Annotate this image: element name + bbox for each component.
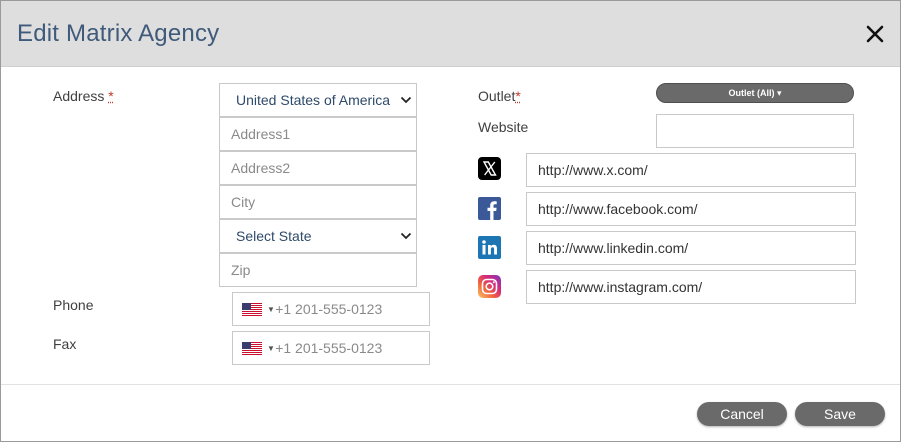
cancel-button[interactable]: Cancel [697,402,787,426]
phone-field[interactable]: ▼ [232,292,430,326]
address1-field[interactable] [219,117,417,151]
instagram-url-input[interactable] [527,271,855,303]
city-field[interactable] [219,185,417,219]
facebook-url-input[interactable] [527,193,855,225]
website-input[interactable] [657,115,853,147]
state-value: Select State [236,228,312,244]
instagram-icon [478,275,501,298]
fax-label: Fax [53,336,77,352]
footer-divider [1,384,900,385]
website-field[interactable] [656,114,854,148]
address-label: Address * [53,88,114,104]
required-marker: * [515,88,521,104]
instagram-url-field[interactable] [526,270,856,304]
save-button[interactable]: Save [795,402,885,426]
us-flag-icon [242,341,262,355]
edit-agency-dialog: Edit Matrix Agency Address * United Stat… [0,0,901,442]
country-code-picker[interactable]: ▼ [233,293,275,325]
zip-input[interactable] [220,254,416,286]
linkedin-url-field[interactable] [526,231,856,265]
city-input[interactable] [220,186,416,218]
close-icon[interactable] [863,22,887,46]
phone-label: Phone [53,297,94,313]
address1-input[interactable] [220,118,416,150]
x-url-field[interactable] [526,153,856,187]
address2-field[interactable] [219,151,417,185]
dialog-header: Edit Matrix Agency [1,1,900,67]
website-label: Website [478,119,529,135]
country-code-picker[interactable]: ▼ [233,332,275,364]
facebook-url-field[interactable] [526,192,856,226]
fax-input[interactable] [275,332,429,364]
x-icon [478,157,501,180]
country-select[interactable]: United States of America [219,83,417,117]
fax-field[interactable]: ▼ [232,331,430,365]
dialog-title: Edit Matrix Agency [17,20,220,47]
us-flag-icon [242,302,262,316]
x-url-input[interactable] [527,154,855,186]
linkedin-url-input[interactable] [527,232,855,264]
phone-input[interactable] [275,293,429,325]
state-select[interactable]: Select State [219,219,417,253]
chevron-down-icon [396,84,416,116]
caret-down-icon: ▼ [267,304,275,314]
outlet-label: Outlet* [478,88,521,104]
outlet-label-text: Outlet [478,88,516,104]
country-value: United States of America [236,92,391,108]
address2-input[interactable] [220,152,416,184]
address-label-text: Address [53,88,105,104]
linkedin-icon [478,236,501,259]
facebook-icon [478,197,501,220]
required-marker: * [108,88,114,104]
zip-field[interactable] [219,253,417,287]
caret-down-icon: ▼ [267,343,275,353]
outlet-dropdown-button[interactable]: Outlet (All) ▾ [656,83,854,103]
chevron-down-icon [396,220,416,252]
